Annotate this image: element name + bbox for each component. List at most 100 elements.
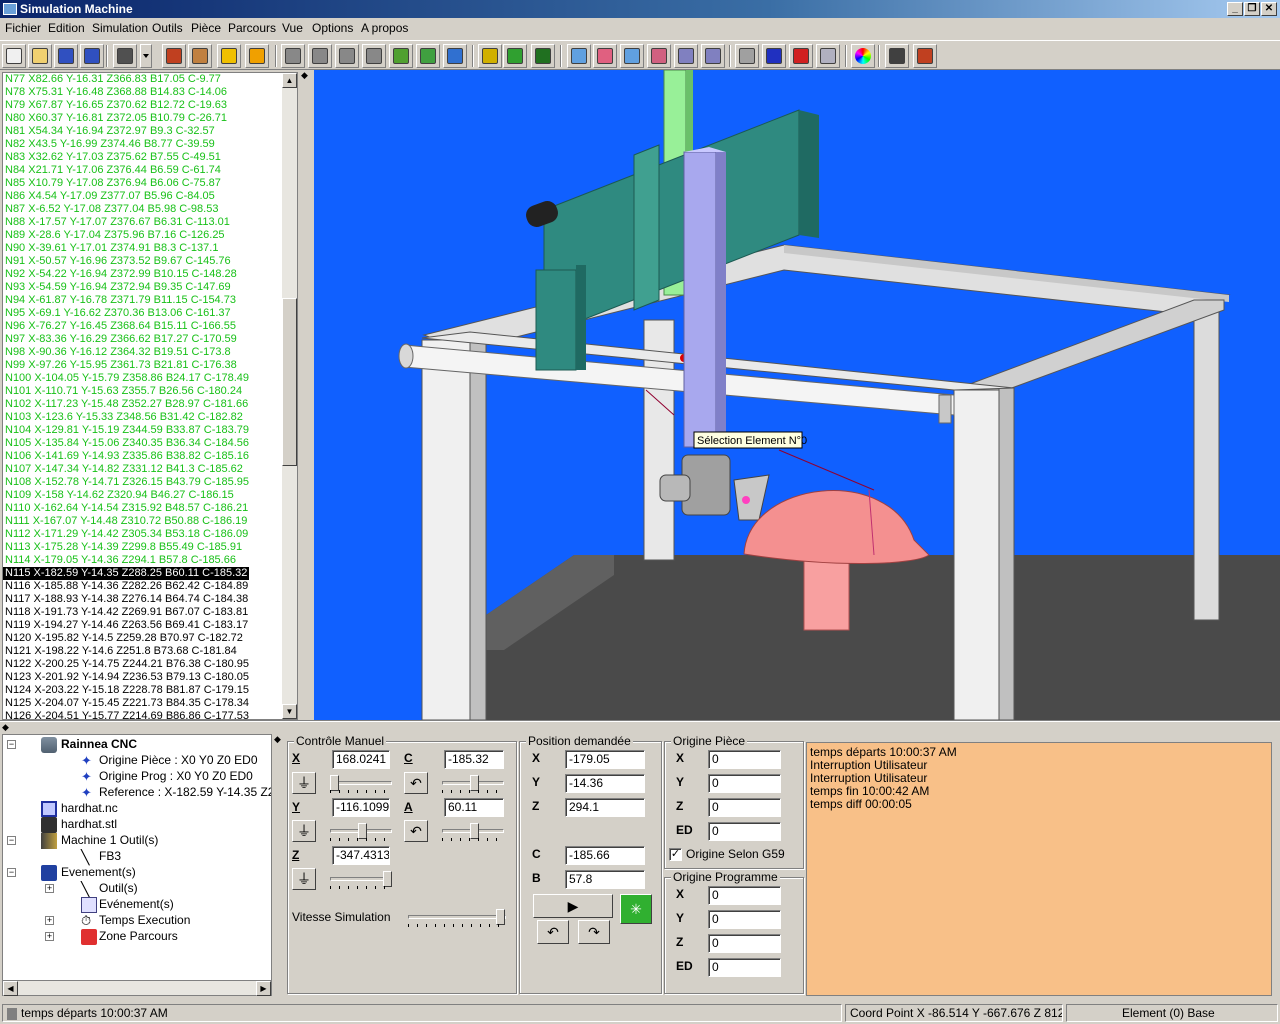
x-home-button[interactable]: ⏚ <box>292 772 316 794</box>
z-slider[interactable] <box>330 870 392 890</box>
gcode-line-done[interactable]: N107 X-147.34 Y-14.82 Z331.12 B41.3 C-18… <box>3 463 285 476</box>
gcode-line-done[interactable]: N81 X54.34 Y-16.94 Z372.97 B9.3 C-32.57 <box>3 125 285 138</box>
manual-y-input[interactable]: -116.1099 <box>332 798 390 817</box>
stop-button[interactable] <box>362 44 386 68</box>
step-back-button[interactable] <box>308 44 332 68</box>
gcode-line-done[interactable]: N101 X-110.71 Y-15.63 Z355.7 B26.56 C-18… <box>3 385 285 398</box>
menu-outils[interactable]: Outils <box>152 21 183 35</box>
expand-icon-outils[interactable]: + <box>45 884 54 893</box>
manual-a-input[interactable]: 60.11 <box>444 798 504 817</box>
gcode-line-done[interactable]: N111 X-167.07 Y-14.48 Z310.72 B50.88 C-1… <box>3 515 285 528</box>
gcode-line-done[interactable]: N86 X4.54 Y-17.09 Z377.07 B5.96 C-84.05 <box>3 190 285 203</box>
cube-front-button[interactable] <box>593 44 617 68</box>
gcode-line-done[interactable]: N99 X-97.26 Y-15.95 Z361.73 B21.81 C-176… <box>3 359 285 372</box>
speed-slider[interactable] <box>408 908 506 928</box>
scroll-left-arrow-icon[interactable]: ◀ <box>3 981 18 996</box>
scroll-right-arrow-icon[interactable]: ▶ <box>256 981 271 996</box>
restore-button[interactable]: ❐ <box>1244 2 1260 16</box>
collapse-icon-machine[interactable]: − <box>7 836 16 845</box>
gcode-line-done[interactable]: N82 X43.5 Y-16.99 Z374.46 B8.77 C-39.59 <box>3 138 285 151</box>
cube-top-button[interactable] <box>647 44 671 68</box>
print-button[interactable] <box>113 44 137 68</box>
cube-side-button[interactable] <box>620 44 644 68</box>
gcode-line[interactable]: N121 X-198.22 Y-14.6 Z251.8 B73.68 C-181… <box>3 645 285 658</box>
gcode-line-done[interactable]: N110 X-162.64 Y-14.54 Z315.92 B48.57 C-1… <box>3 502 285 515</box>
tree-temps[interactable]: Temps Execution <box>99 912 190 928</box>
redo-button[interactable]: ↷ <box>578 920 610 944</box>
gcode-line-done[interactable]: N77 X82.66 Y-16.31 Z366.83 B17.05 C-9.77 <box>3 73 285 86</box>
op-z-input[interactable]: 0 <box>708 798 781 817</box>
gcode-line-done[interactable]: N103 X-123.6 Y-15.33 Z348.56 B31.42 C-18… <box>3 411 285 424</box>
gcode-line[interactable]: N126 X-204.51 Y-15.77 Z214.69 B86.86 C-1… <box>3 710 285 719</box>
tree-nc-file[interactable]: hardhat.nc <box>61 800 118 816</box>
gcode-line-done[interactable]: N98 X-90.36 Y-16.12 Z364.32 B19.51 C-173… <box>3 346 285 359</box>
manual-z-input[interactable]: -347.4313 <box>332 846 390 865</box>
menu-fichier[interactable]: Fichier <box>5 21 41 35</box>
gcode-line[interactable]: N124 X-203.22 Y-15.18 Z228.78 B81.87 C-1… <box>3 684 285 697</box>
c-slider[interactable] <box>442 774 504 794</box>
expand-icon-temps[interactable]: + <box>45 916 54 925</box>
tree-outils[interactable]: Outil(s) <box>99 880 138 896</box>
undo-button[interactable]: ↶ <box>537 920 569 944</box>
gcode-line-done[interactable]: N113 X-175.28 Y-14.39 Z299.8 B55.49 C-18… <box>3 541 285 554</box>
tree-tool[interactable]: FB3 <box>99 848 121 864</box>
manual-c-input[interactable]: -185.32 <box>444 750 504 769</box>
tree-zone[interactable]: Zone Parcours <box>99 928 178 944</box>
zoom-button[interactable] <box>885 44 909 68</box>
gcode-line-done[interactable]: N78 X75.31 Y-16.48 Z368.88 B14.83 C-14.0… <box>3 86 285 99</box>
dropdown-arrow-button[interactable] <box>140 44 152 68</box>
opg-z-input[interactable]: 0 <box>708 934 781 953</box>
target-button[interactable] <box>531 44 555 68</box>
pos-b-input[interactable]: 57.8 <box>565 870 645 889</box>
y-home-button[interactable]: ⏚ <box>292 820 316 842</box>
3d-viewport[interactable]: Sélection Element N°0 <box>314 70 1280 720</box>
gcode-line-done[interactable]: N97 X-83.36 Y-16.29 Z366.62 B17.27 C-170… <box>3 333 285 346</box>
menu-apropos[interactable]: A propos <box>361 21 408 35</box>
save-as-button[interactable] <box>80 44 104 68</box>
splitter-diamond-icon[interactable]: ◆ <box>2 722 9 733</box>
gcode-line-done[interactable]: N87 X-6.52 Y-17.08 Z377.04 B5.98 C-98.53 <box>3 203 285 216</box>
gcode-line[interactable]: N119 X-194.27 Y-14.46 Z263.56 B69.41 C-1… <box>3 619 285 632</box>
box-red-button[interactable] <box>789 44 813 68</box>
new-button[interactable] <box>2 44 26 68</box>
gcode-line-done[interactable]: N95 X-69.1 Y-16.62 Z370.36 B13.06 C-161.… <box>3 307 285 320</box>
gcode-line-done[interactable]: N93 X-54.59 Y-16.94 Z372.94 B9.35 C-147.… <box>3 281 285 294</box>
splitter-diamond-icon-2[interactable]: ◆ <box>274 734 281 745</box>
reset-sim-button[interactable]: ✳ <box>620 894 652 924</box>
gcode-line-done[interactable]: N94 X-61.87 Y-16.78 Z371.79 B11.15 C-154… <box>3 294 285 307</box>
axis-button[interactable] <box>503 44 527 68</box>
gcode-list[interactable]: N77 X82.66 Y-16.31 Z366.83 B17.05 C-9.77… <box>3 73 285 719</box>
expand-icon-zone[interactable]: + <box>45 932 54 941</box>
gcode-line-done[interactable]: N112 X-171.29 Y-14.42 Z305.34 B53.18 C-1… <box>3 528 285 541</box>
y-slider[interactable] <box>330 822 392 842</box>
menu-parcours[interactable]: Parcours <box>228 21 276 35</box>
rewind-button[interactable] <box>281 44 305 68</box>
gcode-line-done[interactable]: N102 X-117.23 Y-15.48 Z352.27 B28.97 C-1… <box>3 398 285 411</box>
gcode-scrollbar[interactable]: ▲ ▼ <box>282 73 297 719</box>
tree-events[interactable]: Evenement(s) <box>61 864 136 880</box>
gcode-line[interactable]: N118 X-191.73 Y-14.42 Z269.91 B67.07 C-1… <box>3 606 285 619</box>
gcode-line-done[interactable]: N90 X-39.61 Y-17.01 Z374.91 B8.3 C-137.1 <box>3 242 285 255</box>
part-button[interactable] <box>188 44 212 68</box>
pos-c-input[interactable]: -185.66 <box>565 846 645 865</box>
pos-y-input[interactable]: -14.36 <box>565 774 645 793</box>
box-blue-button[interactable] <box>762 44 786 68</box>
menu-vue[interactable]: Vue <box>282 21 303 35</box>
op-y-input[interactable]: 0 <box>708 774 781 793</box>
tree-hscrollbar[interactable]: ◀ ▶ <box>2 980 272 996</box>
horizontal-splitter[interactable] <box>0 720 1280 722</box>
gcode-line-done[interactable]: N84 X21.71 Y-17.06 Z376.44 B6.59 C-61.74 <box>3 164 285 177</box>
tree-evenements[interactable]: Evénement(s) <box>99 896 174 912</box>
gcode-line-done[interactable]: N106 X-141.69 Y-14.93 Z335.86 B38.82 C-1… <box>3 450 285 463</box>
menu-simulation[interactable]: Simulation <box>92 21 148 35</box>
gcode-line-done[interactable]: N109 X-158 Y-14.62 Z320.94 B46.27 C-186.… <box>3 489 285 502</box>
box-wire-button[interactable] <box>735 44 759 68</box>
z-home-button[interactable]: ⏚ <box>292 868 316 890</box>
op-ed-input[interactable]: 0 <box>708 822 781 841</box>
a-rotate-button[interactable]: ↶ <box>404 820 428 842</box>
gcode-line-done[interactable]: N91 X-50.57 Y-16.96 Z373.52 B9.67 C-145.… <box>3 255 285 268</box>
jump-button[interactable] <box>389 44 413 68</box>
gcode-line-current[interactable]: N115 X-182.59 Y-14.35 Z288.25 B60.11 C-1… <box>3 567 285 580</box>
collapse-icon[interactable]: − <box>7 740 16 749</box>
gcode-line-done[interactable]: N85 X10.79 Y-17.08 Z376.94 B6.06 C-75.87 <box>3 177 285 190</box>
